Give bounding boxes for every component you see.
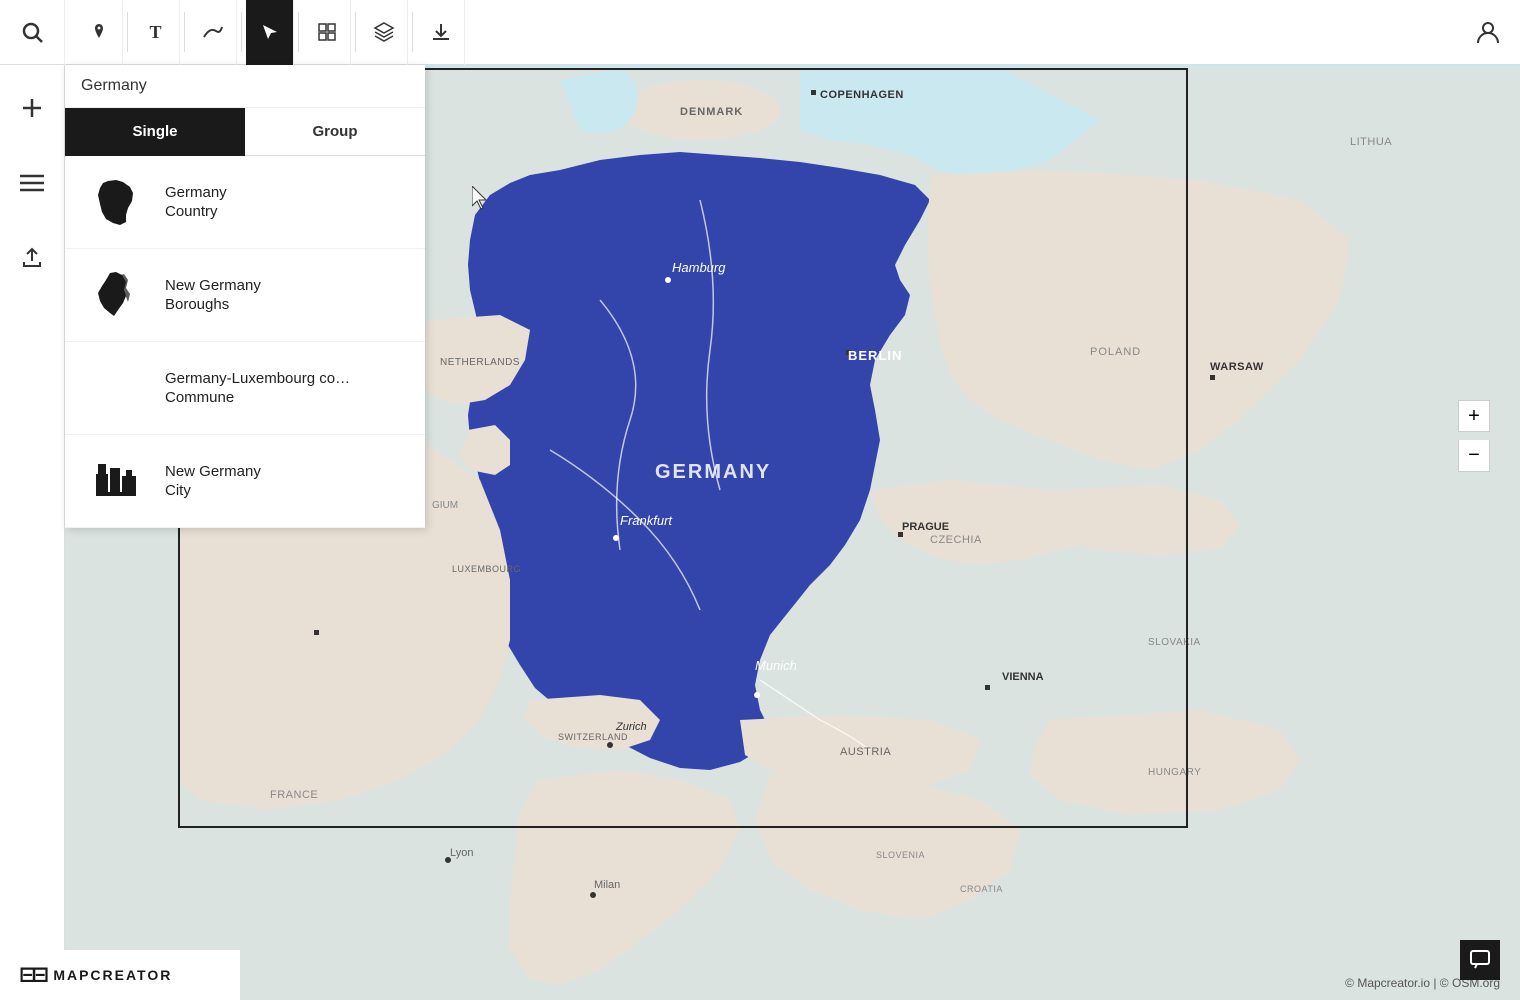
left-sidebar [0,65,65,1000]
line-tool-button[interactable] [189,0,237,65]
logo-text: MAPCREATOR [53,967,172,983]
svg-text:CZECHIA: CZECHIA [930,534,982,546]
svg-text:Munich: Munich [755,658,797,673]
text-tool-button[interactable]: T [132,0,180,65]
svg-text:Zurich: Zurich [615,721,647,733]
svg-text:FRANCE: FRANCE [270,789,318,801]
svg-text:SWITZERLAND: SWITZERLAND [558,732,628,742]
svg-text:COPENHAGEN: COPENHAGEN [820,89,904,101]
svg-text:DENMARK: DENMARK [680,106,743,118]
download-tool-button[interactable] [417,0,465,65]
search-input[interactable]: Germany [81,77,409,95]
germany-country-icon [85,172,145,232]
new-germany-city-icon [85,451,145,511]
logo-icon: ⊟⊟ [20,960,45,990]
germany-country-text: Germany Country [165,183,227,222]
search-panel: Germany Single Group Germany Country [65,65,425,528]
result-new-germany-boroughs[interactable]: New Germany Boroughs [65,249,425,342]
svg-text:SLOVENIA: SLOVENIA [876,850,925,860]
svg-text:Hamburg: Hamburg [672,260,726,275]
svg-text:BERLIN: BERLIN [848,348,902,363]
svg-text:CROATIA: CROATIA [960,884,1003,894]
select-tool-button[interactable] [246,0,294,65]
tab-single[interactable]: Single [65,108,245,156]
svg-text:NETHERLANDS: NETHERLANDS [440,357,520,368]
search-button[interactable] [0,0,65,65]
svg-text:POLAND: POLAND [1090,346,1141,358]
tab-group[interactable]: Group [245,108,425,156]
export-button[interactable] [0,225,65,290]
svg-text:Milan: Milan [594,879,620,891]
svg-text:LUXEMBOURG: LUXEMBOURG [452,564,521,574]
svg-text:AUSTRIA: AUSTRIA [840,746,891,758]
zoom-minus-button[interactable]: − [1458,440,1490,472]
svg-text:VIENNA: VIENNA [1002,671,1044,683]
result-germany-luxembourg-commune[interactable]: Germany-Luxembourg co… Commune [65,342,425,435]
user-button[interactable] [1455,0,1520,65]
svg-text:WARSAW: WARSAW [1210,361,1264,373]
toolbar: T [0,0,1520,65]
result-germany-country[interactable]: Germany Country [65,156,425,249]
svg-text:LITHUA: LITHUA [1350,136,1392,148]
add-button[interactable] [0,75,65,140]
tool-buttons: T [65,0,1455,65]
menu-button[interactable] [0,150,65,215]
layers-tool-button[interactable] [360,0,408,65]
commune-icon [85,358,145,418]
svg-text:Lyon: Lyon [450,847,473,859]
svg-text:SLOVAKIA: SLOVAKIA [1148,637,1201,648]
search-tabs: Single Group [65,108,425,156]
chat-button[interactable] [1460,940,1500,980]
svg-text:GERMANY: GERMANY [655,461,771,483]
zoom-plus-button[interactable]: + [1458,400,1490,432]
result-new-germany-city[interactable]: New Germany City [65,435,425,528]
pin-tool-button[interactable] [75,0,123,65]
edit-tool-button[interactable] [303,0,351,65]
new-germany-boroughs-text: New Germany Boroughs [165,276,261,315]
new-germany-city-text: New Germany City [165,462,261,501]
search-results: Germany Country New Germany Boroughs Ger [65,156,425,528]
svg-text:HUNGARY: HUNGARY [1148,767,1201,778]
search-input-row: Germany [65,65,425,108]
svg-text:Frankfurt: Frankfurt [620,513,673,528]
germany-luxembourg-text: Germany-Luxembourg co… Commune [165,369,350,408]
logo-bar: ⊟⊟ MAPCREATOR [0,950,240,1000]
svg-text:PRAGUE: PRAGUE [902,521,949,533]
new-germany-boroughs-icon [85,265,145,325]
svg-text:GIUM: GIUM [432,500,458,511]
